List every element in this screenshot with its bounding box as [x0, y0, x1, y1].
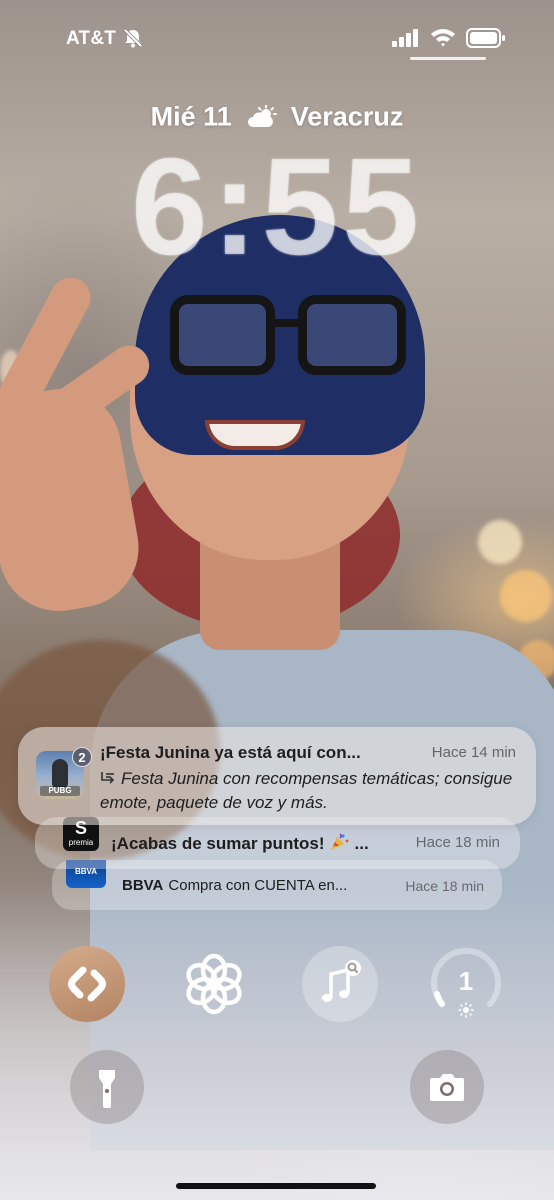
chatgpt-icon: [186, 953, 242, 1015]
flashlight-button[interactable]: [70, 1050, 144, 1124]
music-recognition-widget[interactable]: [302, 946, 378, 1022]
partly-sunny-icon: [248, 104, 278, 127]
brightness-value: 1: [458, 966, 474, 996]
signal-icon: [392, 29, 418, 47]
thread-reply-icon: [101, 772, 115, 784]
chatgpt-widget[interactable]: [176, 946, 252, 1022]
notification-bbva-text: BBVA Compra con CUENTA en...: [122, 877, 347, 894]
notification-premia-time: Hace 18 min: [415, 834, 500, 851]
notification-pubg[interactable]: PUBG 2 ¡Festa Junina ya está aquí con...…: [18, 727, 536, 825]
music-search-icon: [322, 960, 361, 1002]
lock-screen-clock[interactable]: 6:55: [0, 128, 554, 287]
home-indicator[interactable]: [176, 1183, 376, 1189]
date-label: Mié 11: [150, 101, 232, 132]
notification-pubg-body: Festa Junina con recompensas temáticas; …: [100, 767, 520, 815]
notification-count-badge: 2: [72, 747, 92, 767]
battery-icon: [466, 28, 505, 48]
notification-pubg-time: Hace 14 min: [431, 744, 516, 761]
wifi-icon: [431, 29, 455, 47]
notification-premia-title: ¡Acabas de sumar puntos!: [111, 834, 325, 853]
camera-icon: [430, 1074, 464, 1101]
shazam-widget[interactable]: [49, 946, 125, 1022]
notification-pubg-title: ¡Festa Junina ya está aquí con...: [100, 743, 361, 762]
notification-premia-title-line: ¡Acabas de sumar puntos! ...: [111, 833, 369, 854]
flashlight-icon: [99, 1070, 115, 1108]
camera-button[interactable]: [410, 1050, 484, 1124]
notification-premia-ellipsis: ...: [354, 834, 369, 853]
carrier-label: AT&T: [66, 28, 117, 49]
location-label: Veracruz: [290, 101, 404, 132]
bell-slash-icon: [123, 28, 143, 48]
status-bar: AT&T: [0, 0, 554, 80]
notification-pubg-body-text: Festa Junina con recompensas temáticas; …: [100, 769, 513, 812]
brightness-widget[interactable]: 1: [428, 946, 504, 1022]
shazam-icon: [68, 966, 106, 1002]
status-indicator-line: [410, 57, 486, 60]
premia-icon-subtext: premia: [68, 838, 94, 847]
notification-bbva-message: Compra con CUENTA en...: [168, 877, 348, 894]
party-popper-icon: [330, 833, 348, 850]
notification-bbva-time: Hace 18 min: [405, 878, 484, 894]
notification-bbva-app-name: BBVA: [122, 877, 164, 894]
